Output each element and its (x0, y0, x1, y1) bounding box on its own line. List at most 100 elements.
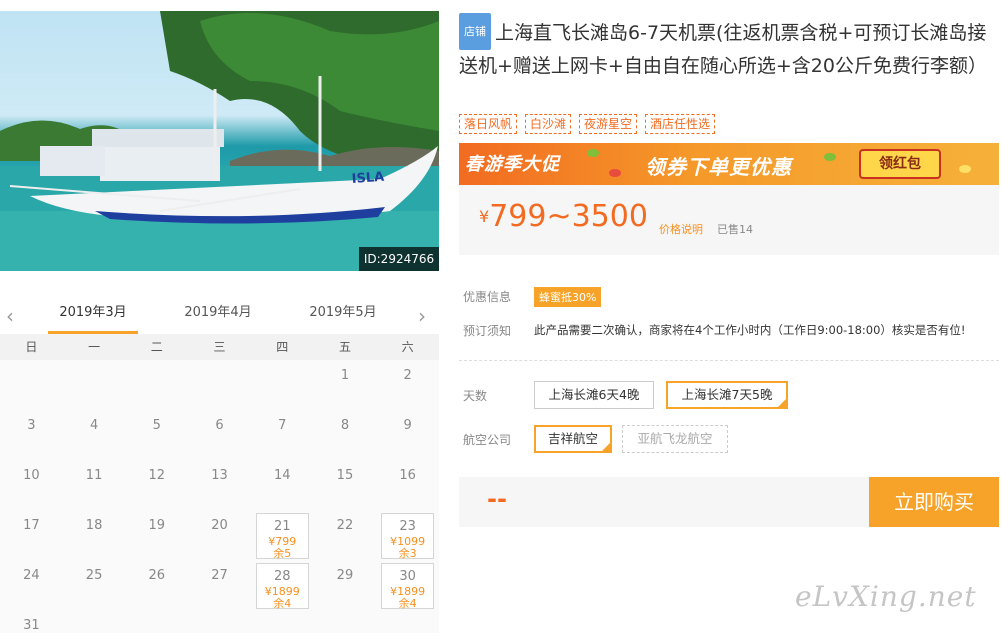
get-coupon-button[interactable]: 领红包 (859, 149, 941, 179)
calendar-empty-cell (188, 610, 251, 633)
price-range: ¥799~3500 (479, 199, 648, 234)
calendar-day-cell: 4 (63, 410, 126, 460)
calendar-day-cell: 16 (376, 460, 439, 510)
calendar-empty-cell (251, 610, 314, 633)
calendar-empty-cell (188, 360, 251, 410)
option-days-6d4n[interactable]: 上海长滩6天4晚 (534, 381, 654, 409)
calendar-day-cell: 13 (188, 460, 251, 510)
calendar-day-cell[interactable]: 30 ¥1899 余4 (376, 560, 439, 610)
option-airline-juneyao[interactable]: 吉祥航空 (534, 425, 612, 453)
tab-month-2[interactable]: 2019年4月 (173, 296, 263, 334)
calendar-week-row: 12 (0, 360, 439, 410)
calendar-day-cell[interactable]: 28 ¥1899 余4 (251, 560, 314, 610)
option-airline-airasia[interactable]: 亚航飞龙航空 (622, 425, 728, 453)
days-label: 天数 (463, 389, 488, 403)
calendar-day-number: 14 (273, 468, 291, 483)
calendar-day-cell: 3 (0, 410, 63, 460)
discount-label: 优惠信息 (463, 290, 512, 304)
calendar-day-number: 31 (23, 618, 40, 633)
feature-tag: 夜游星空 (579, 114, 638, 134)
calendar-empty-cell (125, 610, 188, 633)
price-range-value: 799~3500 (489, 199, 648, 234)
calendar-empty-cell (251, 360, 314, 410)
calendar-week-row: 3 4 5 6 7 8 9 (0, 410, 439, 460)
available-date-box[interactable]: 23 ¥1099 余3 (381, 513, 435, 560)
sold-count: 已售14 (717, 223, 753, 236)
calendar-empty-cell (63, 610, 126, 633)
calendar-day-number: 2 (403, 368, 412, 383)
buy-now-button[interactable]: 立即购买 (869, 477, 999, 527)
divider (459, 360, 999, 361)
calendar-day-number: 17 (23, 518, 40, 533)
calendar-day-cell: 25 (63, 560, 126, 610)
product-title: 店铺 上海直飞长滩岛6-7天机票(往返机票含税+可预订长滩岛接送机+赠送上网卡+自… (459, 13, 999, 83)
calendar-day-number: 9 (403, 418, 412, 433)
calendar-day-number: 6 (215, 418, 224, 433)
calendar-week-row: 17 18 19 20 21 ¥799 余5 22 23 ¥1099 余3 (0, 510, 439, 560)
weekday-label: 日 (25, 340, 38, 354)
available-date-box[interactable]: 30 ¥1899 余4 (381, 563, 435, 610)
option-days-7d5n[interactable]: 上海长滩7天5晚 (666, 381, 788, 409)
calendar-day-cell: 7 (251, 410, 314, 460)
calendar-day-number: 13 (211, 468, 228, 483)
tab-month-1[interactable]: 2019年3月 (48, 296, 138, 334)
calendar-week-row: 31 (0, 610, 439, 633)
calendar-day-number: 7 (278, 418, 287, 433)
calendar-day-cell: 15 (314, 460, 377, 510)
booking-notice-label: 预订须知 (463, 324, 512, 338)
weekday-label: 二 (150, 340, 163, 354)
discount-badge: 蜂蜜抵30% (534, 287, 602, 307)
calendar-day-number: 3 (27, 418, 36, 433)
calendar-day-number: 4 (89, 418, 99, 433)
calendar-day-number: 19 (148, 518, 166, 533)
calendar-day-stock: 余4 (398, 597, 417, 610)
currency-symbol: ¥ (479, 207, 490, 226)
calendar-day-stock: 余5 (273, 547, 292, 560)
calendar-day-number: 28 (273, 569, 291, 584)
calendar-day-number: 15 (336, 468, 354, 483)
promo-season-text: 春游季大促 (465, 154, 560, 175)
calendar-week-row: 24 25 26 27 28 ¥1899 余4 29 30 ¥1899 余4 (0, 560, 439, 610)
calendar-day-cell[interactable]: 21 ¥799 余5 (251, 510, 314, 560)
calendar-day-cell: 20 (188, 510, 251, 560)
product-title-block: 店铺 上海直飞长滩岛6-7天机票(往返机票含税+可预订长滩岛接送机+赠送上网卡+自… (459, 13, 999, 83)
weekday-label: 一 (88, 340, 101, 354)
feature-tag: 白沙滩 (525, 114, 572, 134)
month-tabs: ‹ 2019年3月 2019年4月 2019年5月 › (0, 296, 439, 334)
calendar-empty-cell (314, 610, 377, 633)
available-date-box[interactable]: 21 ¥799 余5 (255, 513, 309, 560)
calendar-day-cell: 31 (0, 610, 63, 633)
product-title-text: 上海直飞长滩岛6-7天机票(往返机票含税+可预订长滩岛接送机+赠送上网卡+自由自… (459, 22, 987, 77)
calendar-day-cell: 12 (125, 460, 188, 510)
available-date-box[interactable]: 28 ¥1899 余4 (255, 563, 309, 610)
calendar-day-cell: 10 (0, 460, 63, 510)
calendar-day-cell: 11 (63, 460, 126, 510)
calendar-day-number: 25 (85, 568, 103, 583)
total-price: -- (487, 485, 507, 513)
calendar-day-cell: 24 (0, 560, 63, 610)
chevron-left-icon[interactable]: ‹ (6, 304, 14, 328)
product-photo: ISLA ID:2924766 (0, 11, 439, 271)
boat-name: ISLA (351, 170, 385, 187)
calendar-empty-cell (0, 360, 63, 410)
calendar-grid: 1 2 3 4 5 6 7 8 9 10 11 12 13 14 15 16 17 18 19 20 21 ¥799 余5 2… (0, 360, 439, 633)
leaf-decoration-icon (587, 149, 599, 157)
calendar-day-number: 29 (336, 568, 354, 583)
calendar-day-cell: 8 (314, 410, 377, 460)
boat-photo-illustration: ISLA (0, 11, 439, 271)
calendar-day-cell: 14 (251, 460, 314, 510)
promo-banner[interactable]: 春游季大促 领券下单更优惠 领红包 (459, 143, 999, 185)
calendar-day-number: 24 (23, 568, 40, 583)
price-note-link[interactable]: 价格说明 (659, 221, 703, 237)
airline-label: 航空公司 (463, 433, 512, 447)
calendar-day-number: 18 (85, 518, 103, 533)
calendar-day-number: 22 (336, 518, 354, 533)
chevron-right-icon[interactable]: › (418, 304, 426, 328)
promo-main-text: 领券下单更优惠 (645, 155, 792, 179)
weekday-label: 四 (276, 340, 289, 354)
calendar-day-cell[interactable]: 23 ¥1099 余3 (376, 510, 439, 560)
feature-tag: 酒店任性选 (645, 114, 716, 134)
weekday-header: 日 一 二 三 四 五 六 (0, 334, 439, 360)
weekday-label: 三 (213, 340, 226, 354)
tab-month-3[interactable]: 2019年5月 (298, 296, 388, 334)
